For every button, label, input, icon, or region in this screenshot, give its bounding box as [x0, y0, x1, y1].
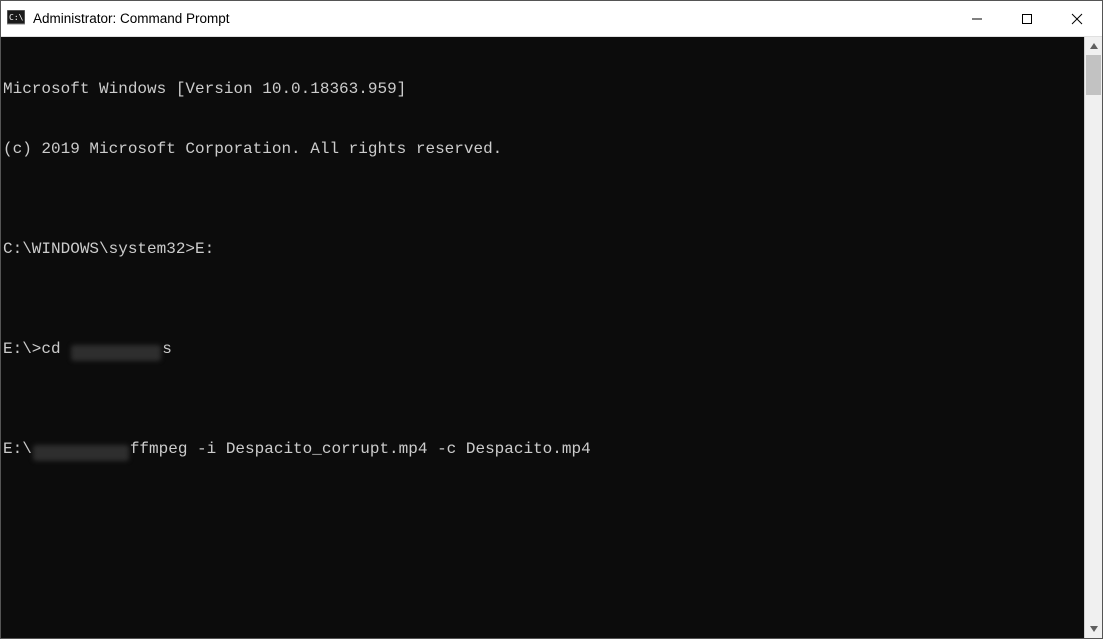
- window-body: Microsoft Windows [Version 10.0.18363.95…: [1, 37, 1102, 638]
- scrollbar-track[interactable]: [1085, 55, 1102, 620]
- terminal-text: s: [162, 340, 172, 358]
- terminal-line: E:\>cd s: [3, 339, 1084, 359]
- titlebar[interactable]: C:\ Administrator: Command Prompt: [1, 1, 1102, 37]
- close-button[interactable]: [1052, 1, 1102, 36]
- maximize-button[interactable]: [1002, 1, 1052, 36]
- scroll-up-button[interactable]: [1085, 37, 1102, 55]
- terminal-text: ffmpeg -i Despacito_corrupt.mp4 -c Despa…: [130, 440, 591, 458]
- window-title: Administrator: Command Prompt: [33, 11, 952, 26]
- terminal-line: C:\WINDOWS\system32>E:: [3, 239, 1084, 259]
- scrollbar-thumb[interactable]: [1086, 55, 1101, 95]
- terminal-text: E:\: [3, 440, 32, 458]
- terminal-text: E:\>cd: [3, 340, 70, 358]
- scroll-down-button[interactable]: [1085, 620, 1102, 638]
- redacted-text: [33, 445, 129, 461]
- terminal-area[interactable]: Microsoft Windows [Version 10.0.18363.95…: [1, 37, 1084, 638]
- minimize-button[interactable]: [952, 1, 1002, 36]
- terminal-line: E:\ ffmpeg -i Despacito_corrupt.mp4 -c De…: [3, 439, 1084, 459]
- vertical-scrollbar[interactable]: [1084, 37, 1102, 638]
- window-controls: [952, 1, 1102, 36]
- window-frame: C:\ Administrator: Command Prompt Micros…: [0, 0, 1103, 639]
- terminal-line: (c) 2019 Microsoft Corporation. All righ…: [3, 139, 1084, 159]
- svg-text:C:\: C:\: [9, 13, 24, 22]
- terminal-line: Microsoft Windows [Version 10.0.18363.95…: [3, 79, 1084, 99]
- cmd-icon: C:\: [7, 10, 25, 28]
- redacted-text: [71, 345, 161, 361]
